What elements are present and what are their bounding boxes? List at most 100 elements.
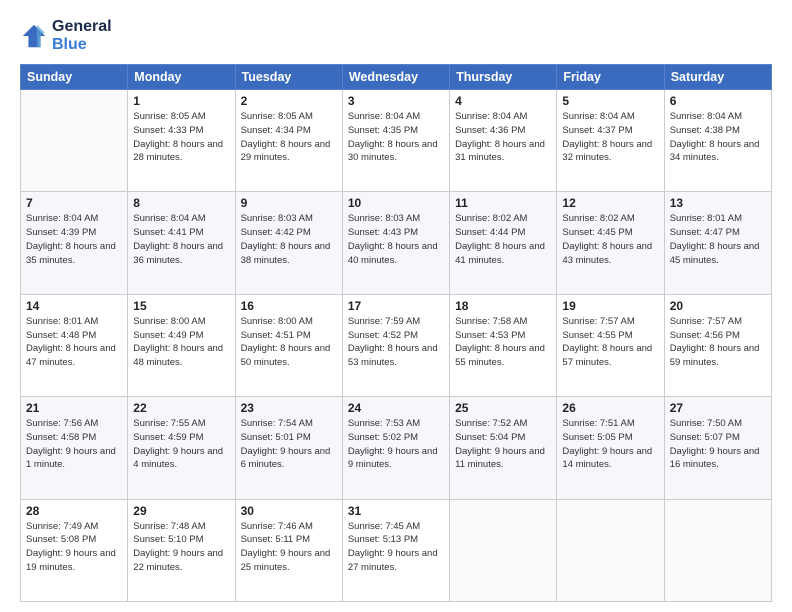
day-info: Sunrise: 7:58 AMSunset: 4:53 PMDaylight:… [455, 315, 551, 370]
calendar-table: SundayMondayTuesdayWednesdayThursdayFrid… [20, 64, 772, 602]
day-info: Sunrise: 7:57 AMSunset: 4:56 PMDaylight:… [670, 315, 766, 370]
day-cell: 2 Sunrise: 8:05 AMSunset: 4:34 PMDaylight… [235, 90, 342, 192]
day-info: Sunrise: 7:51 AMSunset: 5:05 PMDaylight:… [562, 417, 658, 472]
day-cell: 1Sunrise: 8:05 AMSunset: 4:33 PMDaylight… [128, 90, 235, 192]
day-info: Sunrise: 8:01 AMSunset: 4:47 PMDaylight:… [670, 212, 766, 267]
day-number: 18 [455, 299, 551, 313]
day-cell [664, 499, 771, 601]
day-info: Sunrise: 7:55 AMSunset: 4:59 PMDaylight:… [133, 417, 229, 472]
day-number: 9 [241, 196, 337, 210]
day-cell: 30 Sunrise: 7:46 AMSunset: 5:11 PMDayligh… [235, 499, 342, 601]
weekday-thursday: Thursday [450, 65, 557, 90]
day-info: Sunrise: 8:00 AMSunset: 4:51 PMDaylight:… [241, 315, 337, 370]
day-info: Sunrise: 7:45 AMSunset: 5:13 PMDaylight:… [348, 520, 444, 575]
day-cell: 20 Sunrise: 7:57 AMSunset: 4:56 PMDayligh… [664, 294, 771, 396]
day-cell [450, 499, 557, 601]
header: General Blue [20, 18, 772, 54]
day-info: Sunrise: 8:01 AMSunset: 4:48 PMDaylight:… [26, 315, 122, 370]
day-number: 20 [670, 299, 766, 313]
day-info: Sunrise: 7:49 AMSunset: 5:08 PMDaylight:… [26, 520, 122, 575]
day-info: Sunrise: 8:04 AMSunset: 4:41 PMDaylight:… [133, 212, 229, 267]
day-number: 25 [455, 401, 551, 415]
week-row-2: 7 Sunrise: 8:04 AMSunset: 4:39 PMDaylight… [21, 192, 772, 294]
day-cell: 6 Sunrise: 8:04 AMSunset: 4:38 PMDaylight… [664, 90, 771, 192]
day-info: Sunrise: 8:02 AMSunset: 4:45 PMDaylight:… [562, 212, 658, 267]
day-cell: 11 Sunrise: 8:02 AMSunset: 4:44 PMDayligh… [450, 192, 557, 294]
day-number: 29 [133, 504, 229, 518]
day-cell: 28 Sunrise: 7:49 AMSunset: 5:08 PMDayligh… [21, 499, 128, 601]
day-number: 15 [133, 299, 229, 313]
day-info: Sunrise: 7:56 AMSunset: 4:58 PMDaylight:… [26, 417, 122, 472]
weekday-wednesday: Wednesday [342, 65, 449, 90]
day-number: 19 [562, 299, 658, 313]
calendar-body: 1Sunrise: 8:05 AMSunset: 4:33 PMDaylight… [21, 90, 772, 602]
day-cell: 24 Sunrise: 7:53 AMSunset: 5:02 PMDayligh… [342, 397, 449, 499]
day-number: 16 [241, 299, 337, 313]
weekday-header-row: SundayMondayTuesdayWednesdayThursdayFrid… [21, 65, 772, 90]
day-info: Sunrise: 7:46 AMSunset: 5:11 PMDaylight:… [241, 520, 337, 575]
day-number: 30 [241, 504, 337, 518]
logo-icon [20, 22, 48, 50]
week-row-4: 21 Sunrise: 7:56 AMSunset: 4:58 PMDayligh… [21, 397, 772, 499]
day-number: 2 [241, 94, 337, 108]
weekday-friday: Friday [557, 65, 664, 90]
day-cell: 14 Sunrise: 8:01 AMSunset: 4:48 PMDayligh… [21, 294, 128, 396]
day-number: 11 [455, 196, 551, 210]
day-info: Sunrise: 7:52 AMSunset: 5:04 PMDaylight:… [455, 417, 551, 472]
day-cell: 19 Sunrise: 7:57 AMSunset: 4:55 PMDayligh… [557, 294, 664, 396]
logo-text: General Blue [52, 18, 112, 54]
day-info: Sunrise: 7:50 AMSunset: 5:07 PMDaylight:… [670, 417, 766, 472]
day-info: Sunrise: 8:04 AMSunset: 4:39 PMDaylight:… [26, 212, 122, 267]
day-cell: 10 Sunrise: 8:03 AMSunset: 4:43 PMDayligh… [342, 192, 449, 294]
day-cell: 13Sunrise: 8:01 AMSunset: 4:47 PMDayligh… [664, 192, 771, 294]
day-number: 23 [241, 401, 337, 415]
day-cell: 21 Sunrise: 7:56 AMSunset: 4:58 PMDayligh… [21, 397, 128, 499]
day-cell: 27 Sunrise: 7:50 AMSunset: 5:07 PMDayligh… [664, 397, 771, 499]
day-number: 3 [348, 94, 444, 108]
day-info: Sunrise: 8:04 AMSunset: 4:35 PMDaylight:… [348, 110, 444, 165]
day-cell: 22 Sunrise: 7:55 AMSunset: 4:59 PMDayligh… [128, 397, 235, 499]
day-number: 24 [348, 401, 444, 415]
day-info: Sunrise: 8:05 AMSunset: 4:33 PMDaylight:… [133, 110, 229, 165]
day-cell: 5Sunrise: 8:04 AMSunset: 4:37 PMDaylight… [557, 90, 664, 192]
day-cell: 15 Sunrise: 8:00 AMSunset: 4:49 PMDayligh… [128, 294, 235, 396]
day-number: 14 [26, 299, 122, 313]
day-cell: 26Sunrise: 7:51 AMSunset: 5:05 PMDayligh… [557, 397, 664, 499]
day-info: Sunrise: 7:48 AMSunset: 5:10 PMDaylight:… [133, 520, 229, 575]
day-info: Sunrise: 7:53 AMSunset: 5:02 PMDaylight:… [348, 417, 444, 472]
day-info: Sunrise: 8:02 AMSunset: 4:44 PMDaylight:… [455, 212, 551, 267]
day-number: 8 [133, 196, 229, 210]
day-number: 7 [26, 196, 122, 210]
week-row-1: 1Sunrise: 8:05 AMSunset: 4:33 PMDaylight… [21, 90, 772, 192]
day-cell: 17 Sunrise: 7:59 AMSunset: 4:52 PMDayligh… [342, 294, 449, 396]
day-info: Sunrise: 8:03 AMSunset: 4:43 PMDaylight:… [348, 212, 444, 267]
day-number: 4 [455, 94, 551, 108]
day-number: 22 [133, 401, 229, 415]
day-info: Sunrise: 8:04 AMSunset: 4:36 PMDaylight:… [455, 110, 551, 165]
logo: General Blue [20, 18, 112, 54]
day-cell: 23Sunrise: 7:54 AMSunset: 5:01 PMDayligh… [235, 397, 342, 499]
day-cell: 18 Sunrise: 7:58 AMSunset: 4:53 PMDayligh… [450, 294, 557, 396]
day-number: 28 [26, 504, 122, 518]
day-info: Sunrise: 8:04 AMSunset: 4:38 PMDaylight:… [670, 110, 766, 165]
day-cell: 9Sunrise: 8:03 AMSunset: 4:42 PMDaylight… [235, 192, 342, 294]
weekday-tuesday: Tuesday [235, 65, 342, 90]
day-cell [21, 90, 128, 192]
weekday-sunday: Sunday [21, 65, 128, 90]
day-number: 21 [26, 401, 122, 415]
day-number: 10 [348, 196, 444, 210]
day-cell: 31 Sunrise: 7:45 AMSunset: 5:13 PMDayligh… [342, 499, 449, 601]
week-row-5: 28 Sunrise: 7:49 AMSunset: 5:08 PMDayligh… [21, 499, 772, 601]
day-info: Sunrise: 7:59 AMSunset: 4:52 PMDaylight:… [348, 315, 444, 370]
day-number: 31 [348, 504, 444, 518]
day-number: 17 [348, 299, 444, 313]
day-cell: 4 Sunrise: 8:04 AMSunset: 4:36 PMDaylight… [450, 90, 557, 192]
day-info: Sunrise: 7:57 AMSunset: 4:55 PMDaylight:… [562, 315, 658, 370]
day-number: 6 [670, 94, 766, 108]
day-info: Sunrise: 8:05 AMSunset: 4:34 PMDaylight:… [241, 110, 337, 165]
day-cell: 16 Sunrise: 8:00 AMSunset: 4:51 PMDayligh… [235, 294, 342, 396]
day-cell [557, 499, 664, 601]
day-info: Sunrise: 8:00 AMSunset: 4:49 PMDaylight:… [133, 315, 229, 370]
day-number: 12 [562, 196, 658, 210]
day-number: 27 [670, 401, 766, 415]
